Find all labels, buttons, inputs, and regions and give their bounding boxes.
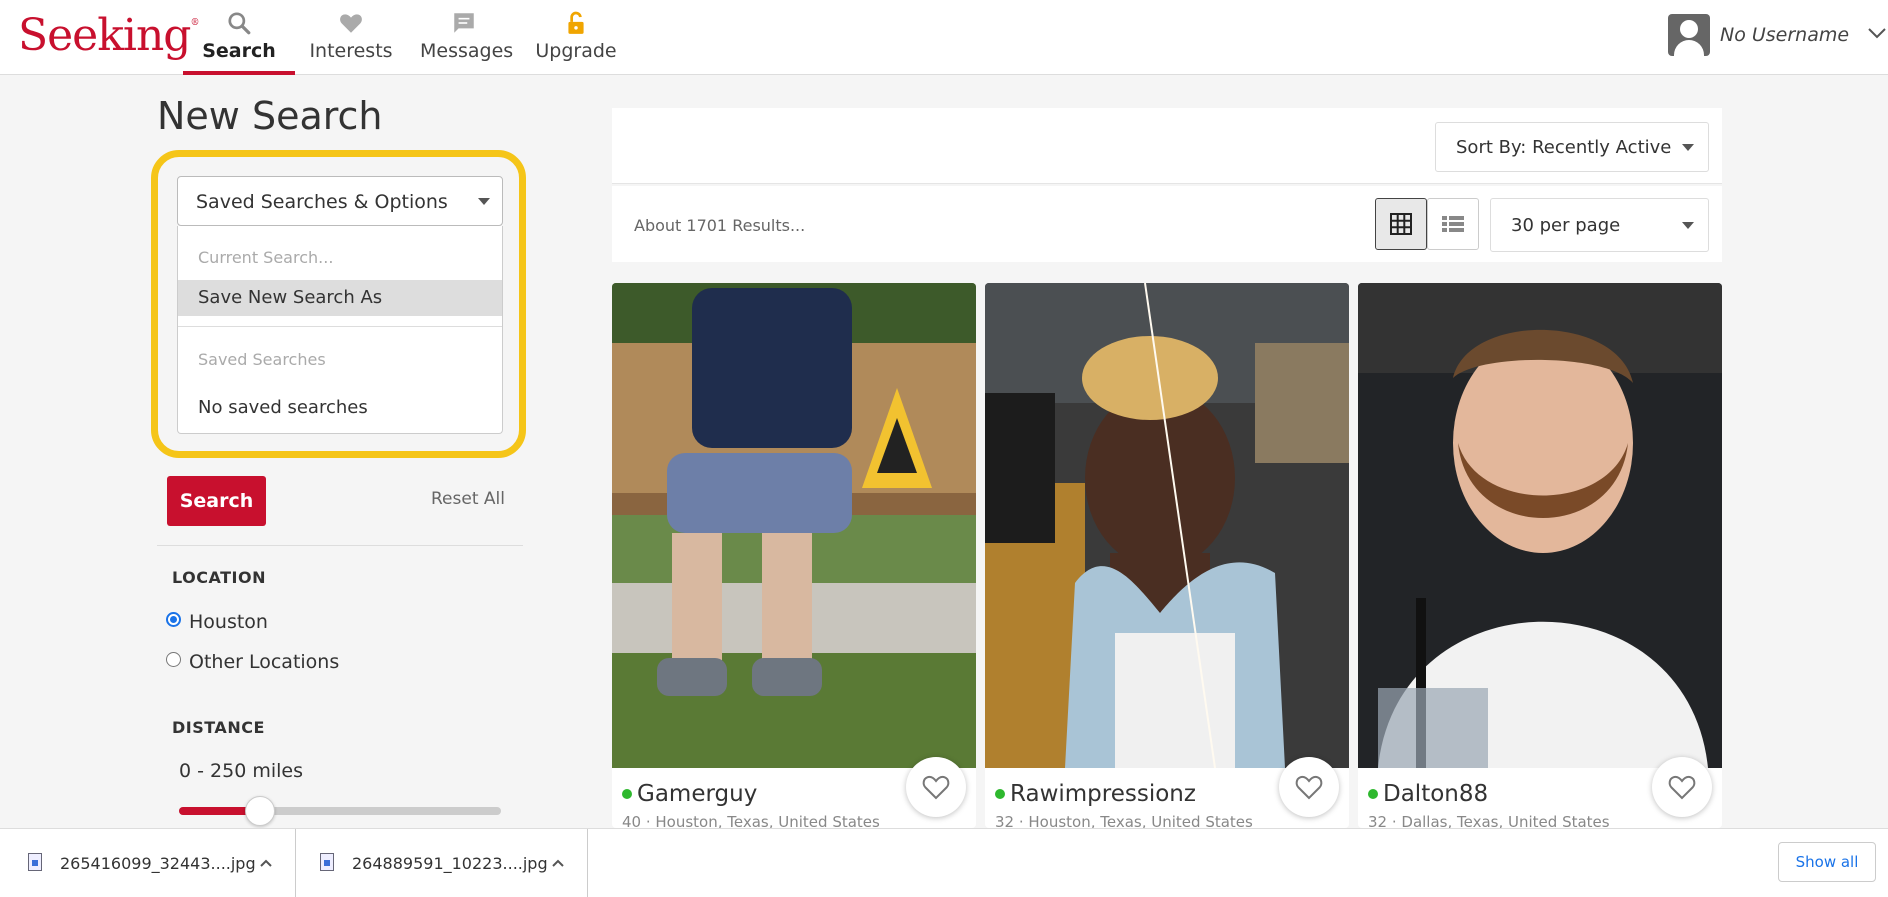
location-option-houston[interactable]: Houston (166, 611, 268, 633)
search-icon (228, 12, 251, 35)
per-page-label: 30 per page (1511, 215, 1621, 236)
per-page-dropdown[interactable]: 30 per page (1490, 198, 1709, 252)
caret-down-icon (478, 198, 490, 205)
favorite-button[interactable] (1652, 757, 1712, 817)
location-label: LOCATION (172, 568, 266, 587)
results-count: About 1701 Results... (634, 216, 806, 235)
profile-name[interactable]: Rawimpressionz (1010, 781, 1196, 807)
caret-down-icon (1682, 144, 1694, 151)
profile-photo[interactable] (612, 283, 976, 768)
profile-meta: 32 · Dallas, Texas, United States (1368, 813, 1610, 828)
favorite-button[interactable] (1279, 757, 1339, 817)
no-saved-searches-text: No saved searches (198, 397, 368, 418)
profile-name[interactable]: Dalton88 (1383, 781, 1488, 807)
show-all-button[interactable]: Show all (1778, 842, 1876, 882)
user-menu[interactable]: No Username (1668, 14, 1888, 58)
saved-searches-menu: Current Search... Save New Search As Sav… (177, 226, 503, 434)
nav-interests-label: Interests (309, 40, 393, 62)
message-icon (454, 13, 474, 33)
saved-searches-header: Saved Searches (198, 350, 326, 369)
radio-button[interactable] (166, 652, 181, 667)
heart-outline-icon (922, 775, 950, 800)
search-button[interactable]: Search (167, 476, 266, 526)
reset-all-link[interactable]: Reset All (431, 489, 505, 509)
download-separator (587, 829, 588, 897)
nav-search[interactable]: Search (183, 0, 295, 75)
divider (157, 545, 523, 546)
online-indicator (622, 789, 632, 799)
list-icon (1442, 216, 1464, 232)
image-file-icon (28, 853, 42, 871)
grid-view-button[interactable] (1375, 198, 1427, 250)
distance-slider-handle[interactable] (245, 796, 275, 826)
nav-search-label: Search (202, 40, 276, 62)
nav-upgrade-label: Upgrade (535, 40, 617, 62)
favorite-button[interactable] (906, 757, 966, 817)
location-option-label: Other Locations (189, 651, 340, 673)
distance-label: DISTANCE (172, 718, 265, 737)
chevron-down-icon (1868, 28, 1886, 39)
heart-outline-icon (1668, 775, 1696, 800)
distance-slider-fill (179, 807, 250, 815)
avatar (1668, 14, 1710, 56)
nav-upgrade[interactable]: Upgrade (534, 0, 618, 75)
profile-meta: 40 · Houston, Texas, United States (622, 813, 880, 828)
list-view-button[interactable] (1427, 198, 1479, 250)
download-filename: 264889591_10223....jpg (352, 854, 548, 873)
image-file-icon (320, 853, 334, 871)
top-navigation-bar: Seeking® Search Interests Messages Upgra… (0, 0, 1888, 75)
download-item[interactable]: 265416099_32443....jpg (18, 829, 280, 897)
nav-messages-label: Messages (420, 40, 514, 62)
distance-slider-track[interactable] (179, 807, 501, 815)
nav-interests[interactable]: Interests (308, 0, 394, 75)
unlock-icon (568, 11, 584, 34)
profile-photo[interactable] (1358, 283, 1722, 768)
heart-outline-icon (1295, 775, 1323, 800)
sort-dropdown[interactable]: Sort By: Recently Active (1435, 122, 1709, 172)
current-search-header: Current Search... (198, 248, 334, 267)
sort-label: Sort By: Recently Active (1456, 137, 1672, 158)
page-title: New Search (157, 94, 383, 138)
profile-card[interactable]: Dalton88 32 · Dallas, Texas, United Stat… (1358, 283, 1722, 828)
download-bar: 265416099_32443....jpg 264889591_10223..… (0, 828, 1888, 897)
chevron-up-icon[interactable] (550, 855, 566, 871)
distance-value: 0 - 250 miles (179, 760, 303, 782)
download-item[interactable]: 264889591_10223....jpg (310, 829, 572, 897)
menu-divider (178, 326, 502, 327)
username: No Username (1720, 24, 1850, 46)
profile-photo[interactable] (985, 283, 1349, 768)
chevron-up-icon[interactable] (258, 855, 274, 871)
seeking-logo[interactable]: Seeking® (18, 10, 199, 61)
profile-name[interactable]: Gamerguy (637, 781, 757, 807)
profile-card[interactable]: Rawimpressionz 32 · Houston, Texas, Unit… (985, 283, 1349, 828)
download-filename: 265416099_32443....jpg (60, 854, 256, 873)
online-indicator (1368, 789, 1378, 799)
profile-meta: 32 · Houston, Texas, United States (995, 813, 1253, 828)
radio-button[interactable] (166, 612, 181, 627)
logo-text: Seeking (18, 10, 191, 61)
save-new-search-item[interactable]: Save New Search As (178, 280, 502, 316)
nav-messages[interactable]: Messages (420, 0, 514, 75)
location-option-label: Houston (189, 611, 268, 633)
location-option-other[interactable]: Other Locations (166, 651, 339, 673)
online-indicator (995, 789, 1005, 799)
saved-searches-label: Saved Searches & Options (196, 191, 448, 213)
profile-card[interactable]: Gamerguy 40 · Houston, Texas, United Sta… (612, 283, 976, 828)
download-separator (295, 829, 296, 897)
grid-icon (1390, 213, 1412, 235)
heart-icon (340, 14, 362, 33)
saved-searches-dropdown[interactable]: Saved Searches & Options (177, 176, 503, 226)
caret-down-icon (1682, 222, 1694, 229)
